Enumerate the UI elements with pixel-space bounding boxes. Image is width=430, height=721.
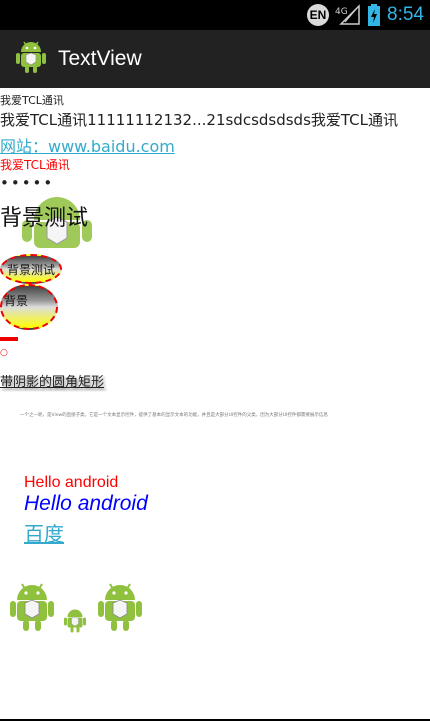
marquee-text: 一个之一呢，是View的直接子类，它是一个文本显示控件，提供了基本的显示文本的功…	[20, 413, 328, 418]
ellipsized-text: 我爱TCL通讯11111112132...21sdcsdsdsds我爱TCL通讯	[0, 111, 399, 129]
android-image-2	[64, 608, 86, 637]
website-link[interactable]: 网站：www.baidu.com	[0, 133, 175, 157]
background-button-label: 背景	[4, 294, 29, 308]
content-area: 我爱TCL通讯 我爱TCL通讯11111112132...21sdcsdsdsd…	[0, 88, 430, 721]
red-bar	[0, 337, 18, 341]
action-bar-title: TextView	[58, 47, 142, 70]
baidu-link[interactable]: 百度	[24, 518, 64, 547]
hello-blue-italic-text: Hello android	[24, 492, 148, 515]
action-bar: TextView	[0, 30, 430, 88]
password-text: •••••	[0, 174, 55, 192]
android-image-1	[10, 582, 54, 636]
signal-icon: 4G	[335, 4, 361, 26]
battery-charging-icon	[367, 4, 381, 26]
input-method-badge: EN	[307, 4, 330, 26]
status-clock: 8:54	[387, 4, 424, 25]
background-test-button-label: 背景测试	[6, 262, 55, 277]
status-bar: EN 4G 8:54	[0, 0, 430, 30]
background-button[interactable]: 背景	[0, 284, 58, 330]
red-text-line: 我爱TCL通讯	[0, 158, 70, 172]
shadow-rounded-rect-text: 带阴影的圆角矩形	[0, 375, 105, 390]
network-type: 4G	[335, 7, 348, 17]
small-circle-text: ○	[0, 348, 8, 358]
android-icon[interactable]	[16, 40, 46, 78]
background-test-title: 背景测试	[0, 206, 89, 231]
hello-red-text: Hello android	[24, 474, 119, 491]
text-line-1: 我爱TCL通讯	[0, 94, 64, 107]
android-image-3	[98, 582, 142, 636]
background-test-button[interactable]: 背景测试	[0, 254, 62, 284]
